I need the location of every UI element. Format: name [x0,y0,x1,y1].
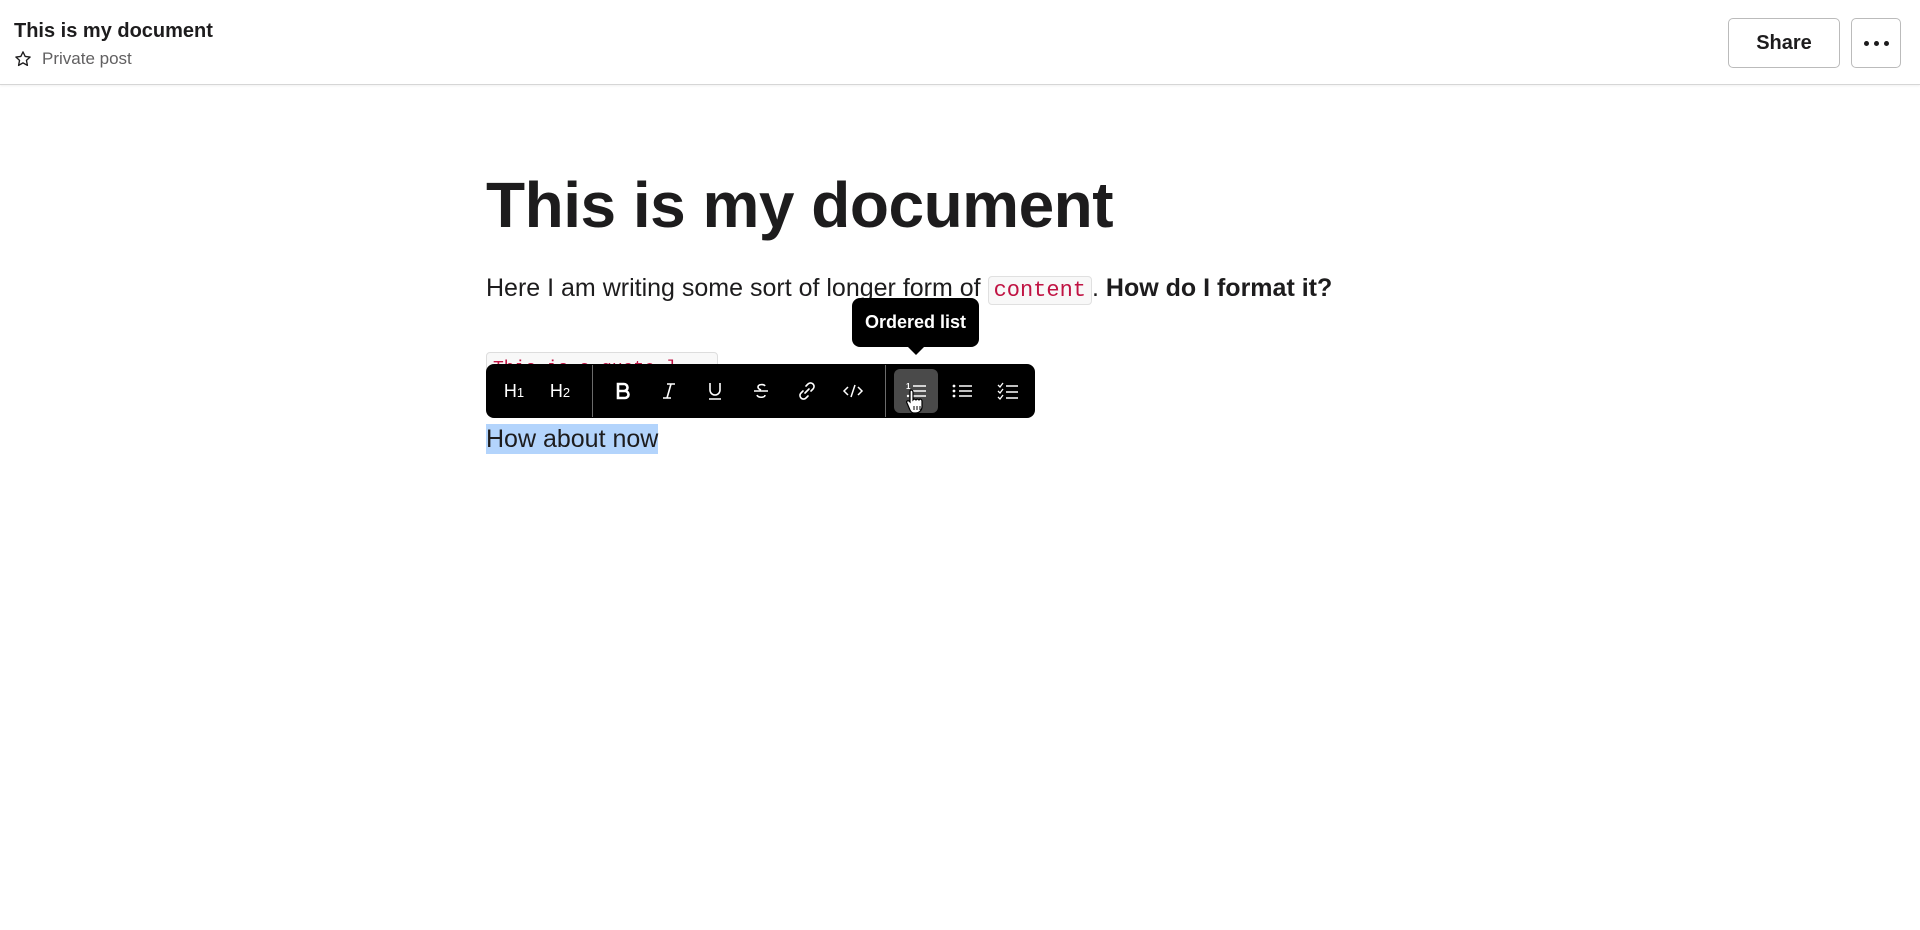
toolbar-divider [592,365,593,417]
bold-icon [616,382,630,400]
paragraph-text-after: . [1091,274,1106,302]
strikethrough-icon [754,383,768,399]
inline-code: content [987,276,1092,305]
underline-button[interactable] [693,369,737,413]
link-button[interactable] [785,369,829,413]
more-horizontal-icon [1863,40,1889,46]
visibility-label: Private post [42,49,132,68]
ordered-list-button[interactable]: 1 [894,369,938,413]
formatting-toolbar: H1 H2 1 [486,364,1035,418]
bulleted-list-icon [952,384,972,398]
heading-1-button[interactable]: H1 [492,369,536,413]
ordered-list-icon: 1 [906,382,926,398]
heading-1-icon: H1 [503,380,525,401]
top-bar: This is my document Private post Share [0,0,1920,85]
underline-icon [709,383,721,400]
star-icon[interactable] [14,50,32,68]
bulleted-list-button[interactable] [940,369,984,413]
italic-icon [663,383,675,399]
heading-2-button[interactable]: H2 [538,369,582,413]
checklist-button[interactable] [986,369,1030,413]
more-options-button[interactable] [1851,18,1901,68]
post-meta: Private post [14,49,132,69]
checklist-icon [997,382,1018,400]
svg-text:1: 1 [906,382,911,391]
selected-text: How about now [486,424,659,454]
code-icon [842,384,864,398]
italic-button[interactable] [647,369,691,413]
heading-2-icon: H2 [549,380,571,401]
bold-button[interactable] [601,369,645,413]
code-button[interactable] [831,369,875,413]
tooltip: Ordered list [852,298,979,355]
share-button[interactable]: Share [1728,18,1840,68]
strikethrough-button[interactable] [739,369,783,413]
link-icon [799,382,815,400]
bold-text: How do I format it? [1105,274,1333,302]
document-title[interactable]: This is my document [486,168,1114,242]
toolbar-divider [885,365,886,417]
header-title: This is my document [14,20,213,42]
selected-paragraph[interactable]: How about now [486,424,659,454]
